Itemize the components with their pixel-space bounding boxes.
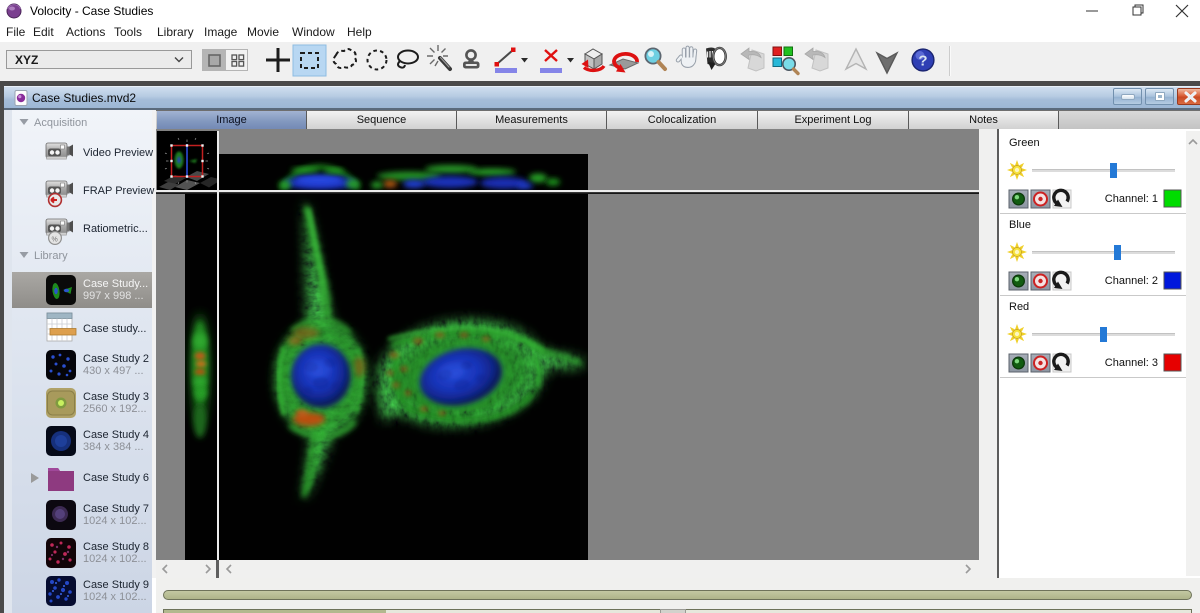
svg-text:?: ? — [918, 52, 927, 69]
